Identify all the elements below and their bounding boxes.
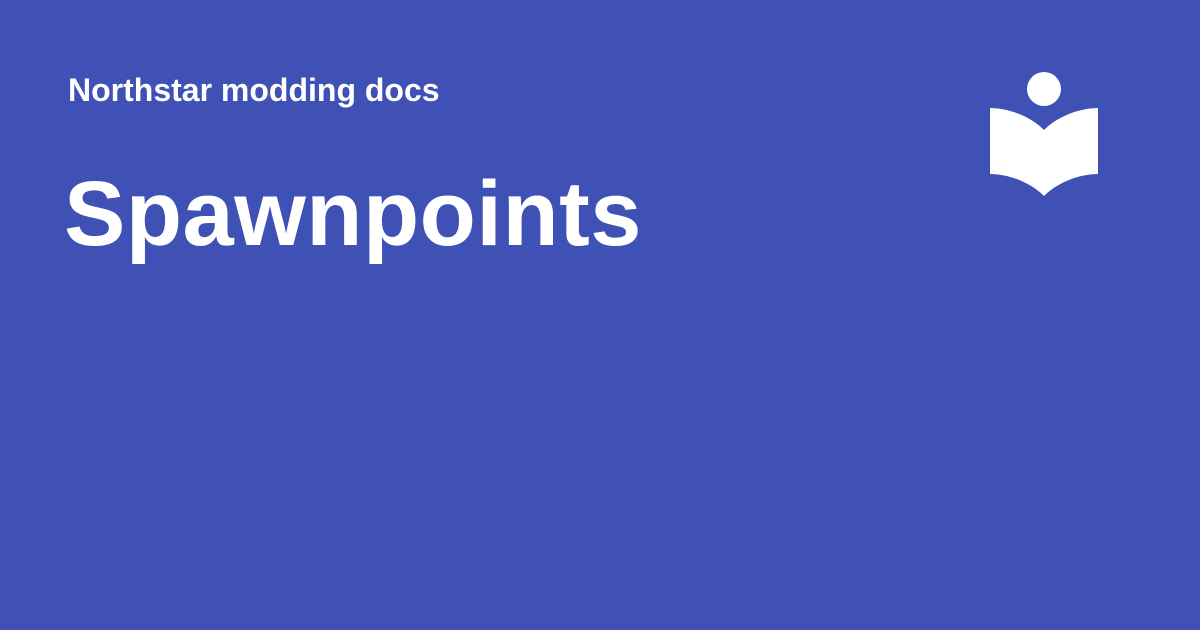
social-card: Northstar modding docs Spawnpoints — [0, 0, 1200, 630]
book-shape — [990, 108, 1098, 196]
page-title: Spawnpoints — [64, 163, 642, 265]
site-name: Northstar modding docs — [68, 72, 440, 108]
reader-book-icon — [990, 72, 1098, 196]
reader-head-shape — [1027, 72, 1061, 106]
